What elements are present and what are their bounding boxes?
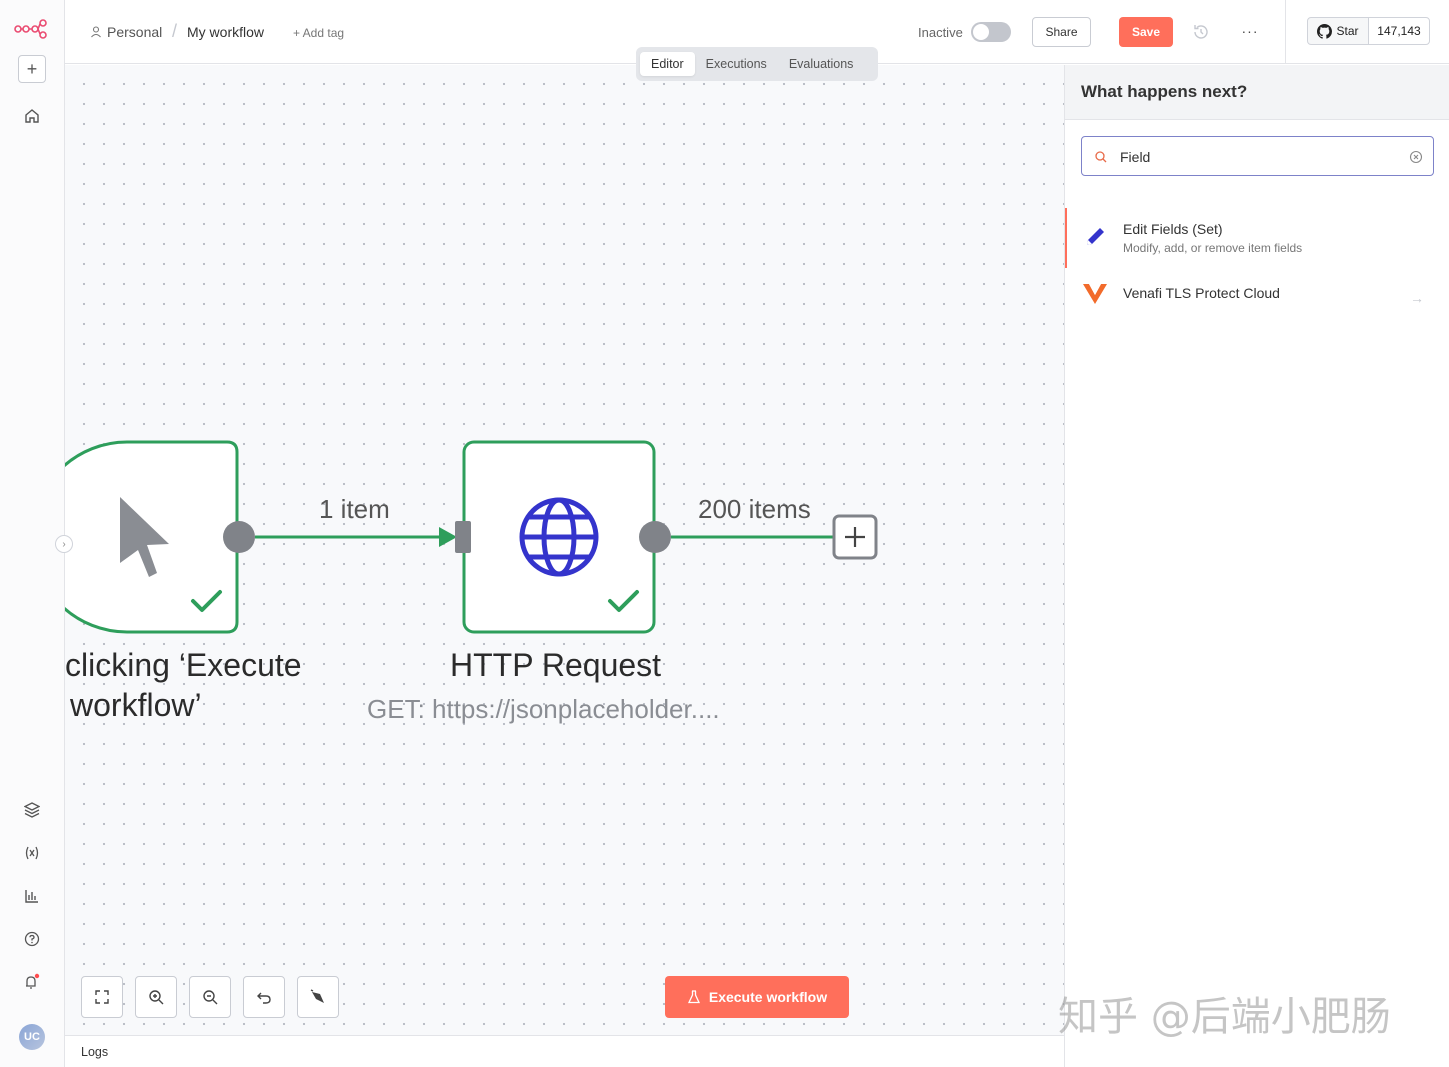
search-icon (1095, 151, 1107, 163)
arrow-right-icon: → (1410, 290, 1424, 306)
pencil-icon (1087, 228, 1104, 245)
workflow-name[interactable]: My workflow (187, 24, 264, 40)
tab-executions[interactable]: Executions (695, 52, 778, 76)
breadcrumb-separator: / (172, 21, 178, 41)
zoom-in-button[interactable] (135, 976, 177, 1018)
breadcrumb-personal[interactable]: Personal (89, 24, 162, 40)
node-search-input[interactable] (1120, 147, 1400, 167)
node-creator-panel: What happens next? Edit Fields (Set) Mod… (1064, 65, 1449, 1067)
history-icon[interactable] (1191, 22, 1211, 42)
home-icon[interactable] (20, 104, 44, 128)
create-button[interactable]: + (18, 55, 46, 83)
trigger-output-handle (223, 521, 255, 553)
more-options-icon[interactable]: ··· (1239, 20, 1261, 42)
share-button[interactable]: Share (1032, 17, 1091, 47)
github-star-area: Star 147,143 (1285, 0, 1449, 64)
zoom-in-icon (149, 990, 164, 1005)
templates-icon[interactable] (20, 798, 44, 822)
http-node-label: HTTP Request (450, 647, 662, 683)
fit-view-icon (95, 990, 109, 1004)
user-avatar[interactable]: UC (19, 1024, 45, 1050)
panel-title: What happens next? (1081, 82, 1248, 101)
notifications-bell-icon[interactable] (20, 970, 44, 994)
github-star-count[interactable]: 147,143 (1368, 17, 1430, 45)
left-sidebar: + UC (0, 0, 65, 1067)
workflow-graph (65, 440, 878, 634)
undo-icon (257, 992, 271, 1004)
github-star-button[interactable]: Star (1307, 17, 1369, 45)
add-tag-button[interactable]: + Add tag (293, 26, 344, 40)
fit-view-button[interactable] (81, 976, 123, 1018)
active-toggle[interactable] (971, 22, 1011, 42)
result-title: Venafi TLS Protect Cloud (1123, 285, 1280, 301)
zoom-out-button[interactable] (189, 976, 231, 1018)
execute-workflow-button[interactable]: Execute workflow (665, 976, 849, 1018)
node-search-box[interactable] (1081, 136, 1434, 176)
tab-evaluations[interactable]: Evaluations (778, 52, 865, 76)
variables-icon[interactable] (20, 841, 44, 865)
edge-arrowhead (439, 527, 457, 547)
trigger-node-label-line1: clicking ‘Execute (65, 647, 302, 683)
flask-icon (687, 990, 700, 1004)
http-input-handle (455, 521, 471, 553)
save-button[interactable]: Save (1119, 17, 1173, 47)
undo-button[interactable] (243, 976, 285, 1018)
status-label: Inactive (918, 25, 963, 40)
edge1-item-count: 1 item (319, 494, 390, 524)
user-icon (91, 26, 101, 38)
edge2-item-count: 200 items (698, 494, 811, 524)
broom-icon (310, 989, 324, 1003)
logs-label: Logs (81, 1045, 109, 1059)
insights-icon[interactable] (20, 884, 44, 908)
clear-search-icon[interactable] (1409, 150, 1423, 164)
tidy-up-button[interactable] (297, 976, 339, 1018)
workflow-canvas[interactable]: clicking ‘Execute workflow’ 1 item HTTP … (65, 65, 1064, 1035)
breadcrumb-personal-label: Personal (107, 24, 163, 40)
result-description: Modify, add, or remove item fields (1123, 241, 1303, 255)
trigger-node-label-line2: workflow’ (70, 687, 202, 723)
github-icon (1317, 23, 1333, 39)
sidebar-collapse-toggle[interactable]: › (55, 535, 73, 553)
http-output-handle (639, 521, 671, 553)
panel-header: What happens next? (1065, 65, 1449, 120)
result-venafi[interactable]: Venafi TLS Protect Cloud → (1065, 272, 1449, 332)
n8n-logo-icon[interactable] (14, 18, 48, 40)
zoom-out-icon (203, 990, 218, 1005)
execute-workflow-label: Execute workflow (708, 989, 828, 1005)
watermark: 知乎 @后端小肥肠 (1058, 994, 1391, 1040)
logs-bar[interactable]: Logs (65, 1035, 1064, 1067)
toggle-knob (973, 24, 989, 40)
venafi-logo-icon (1083, 284, 1107, 304)
help-icon[interactable] (20, 927, 44, 951)
view-tabs: Editor Executions Evaluations (636, 47, 878, 81)
result-edit-fields[interactable]: Edit Fields (Set) Modify, add, or remove… (1065, 208, 1449, 268)
http-node-subtitle: GET: https://jsonplaceholder.... (367, 694, 720, 724)
result-title: Edit Fields (Set) (1123, 221, 1223, 237)
tab-editor[interactable]: Editor (640, 52, 695, 76)
github-star-label: Star (1336, 24, 1359, 38)
